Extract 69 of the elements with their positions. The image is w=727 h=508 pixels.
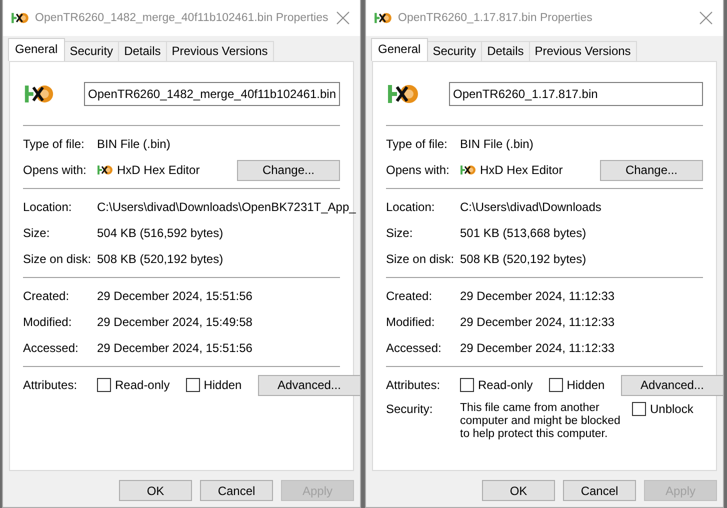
app-name: HxD Hex Editor: [117, 163, 200, 177]
filename-field[interactable]: OpenTR6260_1482_merge_40f11b102461.bin: [84, 82, 340, 106]
checkbox[interactable]: [548, 378, 563, 392]
field-value: 29 December 2024, 11:12:33: [460, 315, 616, 329]
field-label: Size:: [386, 226, 414, 240]
field-value: 501 KB (513,668 bytes): [460, 226, 588, 240]
tab[interactable]: General: [8, 38, 65, 61]
checkbox-label[interactable]: Read-only: [478, 378, 533, 392]
field-value: 504 KB (516,592 bytes): [97, 226, 224, 240]
field-value: 29 December 2024, 11:12:33: [460, 341, 616, 355]
tab[interactable]: General: [371, 38, 428, 61]
app-name: HxD Hex Editor: [480, 163, 563, 177]
field-value: 508 KB (520,192 bytes): [460, 252, 588, 266]
checkbox-label[interactable]: Hidden: [204, 378, 242, 392]
dialog-button[interactable]: OK: [482, 480, 555, 501]
checkbox[interactable]: [460, 378, 474, 392]
hex-editor-icon: [387, 82, 419, 106]
field-label: Attributes:: [386, 378, 442, 392]
window-title: OpenTR6260_1482_merge_40f11b102461.bin Properties: [35, 12, 330, 24]
hex-editor-icon: [97, 164, 113, 176]
checkbox[interactable]: [632, 402, 646, 416]
hex-editor-icon: [460, 164, 476, 176]
filename-field[interactable]: OpenTR6260_1.17.817.bin: [449, 82, 703, 106]
field-value: BIN File (.bin): [97, 137, 172, 151]
field-label: Location:: [386, 200, 436, 214]
field-value: 29 December 2024, 15:51:56: [97, 341, 254, 355]
change-button[interactable]: Change...: [600, 160, 703, 180]
checkbox[interactable]: [97, 378, 111, 392]
field-label: Size on disk:: [386, 252, 456, 266]
field-label: Attributes:: [23, 378, 78, 392]
checkbox-label[interactable]: Read-only: [115, 378, 170, 392]
field-label: Created:: [23, 289, 70, 303]
field-label: Size on disk:: [23, 252, 92, 266]
advanced-button[interactable]: Advanced...: [258, 374, 361, 396]
field-value: 29 December 2024, 15:51:56: [97, 289, 254, 303]
field-value: 508 KB (520,192 bytes): [97, 252, 224, 266]
change-button[interactable]: Change...: [237, 160, 340, 180]
dialog-button[interactable]: Cancel: [563, 480, 636, 501]
field-label: Accessed:: [23, 341, 80, 355]
advanced-button[interactable]: Advanced...: [620, 374, 724, 396]
field-value: 29 December 2024, 15:49:58: [97, 315, 254, 329]
hex-editor-icon: [374, 11, 392, 25]
checkbox-label[interactable]: Unblock: [650, 402, 694, 416]
field-value: BIN File (.bin): [460, 137, 534, 151]
checkbox-label[interactable]: Hidden: [566, 378, 605, 392]
field-label: Opens with:: [23, 163, 88, 177]
field-label: Type of file:: [386, 137, 448, 151]
field-label: Location:: [23, 200, 73, 214]
field-value: C:\Users\divad\Downloads: [460, 200, 602, 214]
checkbox[interactable]: [186, 378, 200, 392]
close-icon[interactable]: [699, 11, 713, 25]
tab[interactable]: Previous Versions: [166, 41, 274, 61]
close-icon[interactable]: [336, 11, 350, 25]
field-label: Modified:: [386, 315, 436, 329]
field-label: Security:: [386, 402, 434, 416]
field-label: Type of file:: [23, 137, 86, 151]
field-label: Created:: [386, 289, 434, 303]
dialog-button[interactable]: OK: [119, 480, 192, 501]
field-value: C:\Users\divad\Downloads\OpenBK7231T_App_: [97, 200, 356, 214]
tab[interactable]: Previous Versions: [528, 41, 637, 61]
field-value: 29 December 2024, 11:12:33: [460, 289, 616, 303]
dialog-button[interactable]: Cancel: [200, 480, 273, 501]
field-label: Modified:: [23, 315, 73, 329]
window-title: OpenTR6260_1.17.817.bin Properties: [398, 12, 594, 24]
field-label: Accessed:: [386, 341, 442, 355]
field-label: Size:: [23, 226, 51, 240]
security-message: This file came from another computer and might be blocked to help protect this computer.: [460, 402, 622, 441]
field-label: Opens with:: [386, 163, 450, 177]
hex-editor-icon: [11, 11, 29, 25]
